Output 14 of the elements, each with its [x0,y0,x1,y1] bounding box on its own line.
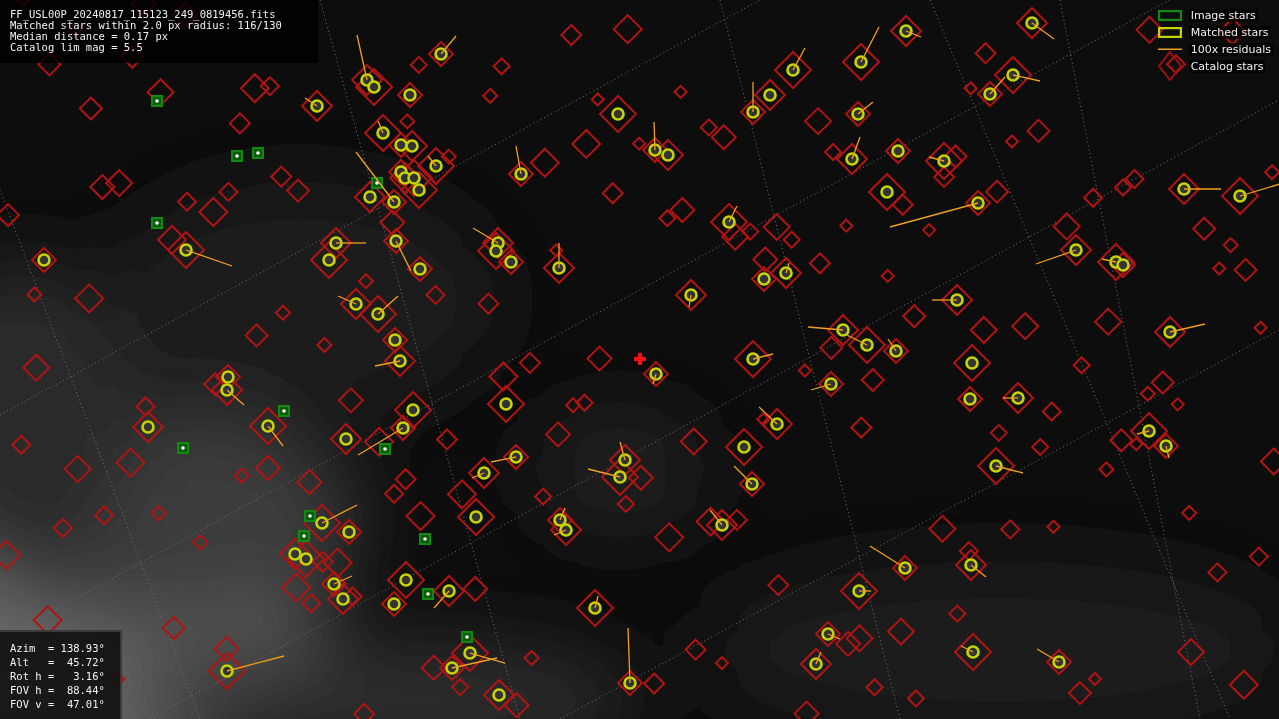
cross-icon [634,353,646,365]
matched-star-icon [1157,26,1182,38]
pointing-text: Azim = 138.93° [10,642,106,655]
info-text: FF_USL00P_20240817_115123_249_0819456.fits [10,9,276,20]
info-text: Matched stars within 2.0 px radius: 116/130 [10,20,283,31]
pointing-text: FOV v = 47.01° [10,698,106,711]
pointing-text: Rot h = 3.16° [10,670,106,683]
image-star-icon [1157,9,1182,21]
diamond-icon [1157,51,1182,81]
pointing-text: Alt = 45.72° [10,656,106,669]
residual-line-icon [1157,47,1182,51]
info-text: Median distance = 0.17 px [10,31,169,42]
pointing-text: FOV h = 88.44° [10,684,106,697]
info-text: Catalog lim mag = 5.5 [10,42,144,53]
